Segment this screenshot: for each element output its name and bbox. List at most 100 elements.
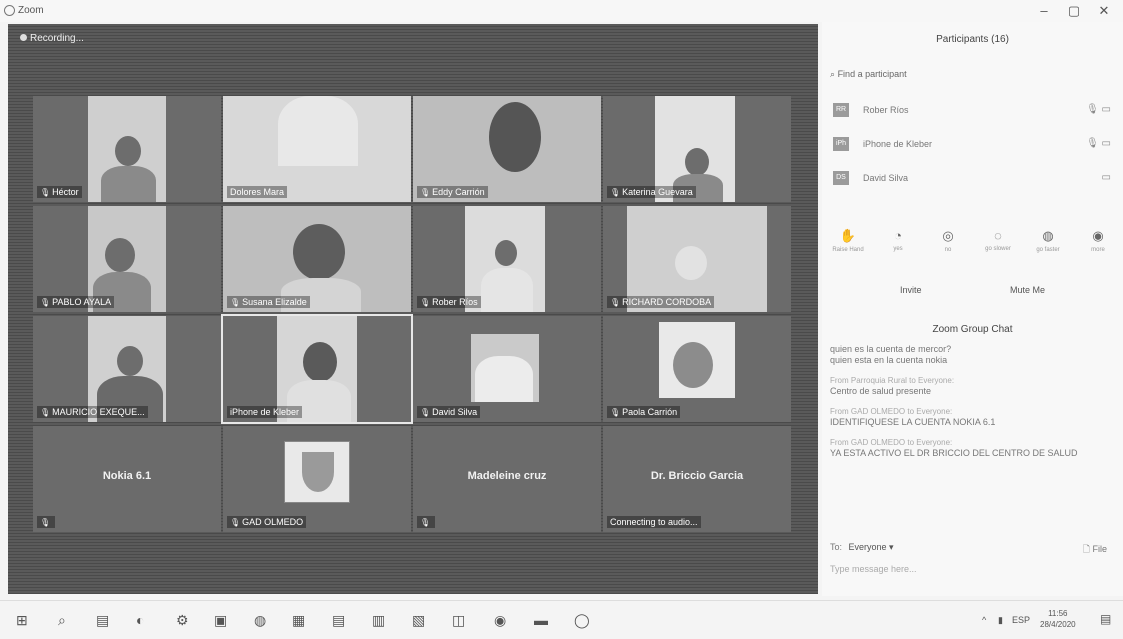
explorer-icon[interactable]: ▤ (332, 612, 345, 629)
participant-name: iPhone de Kleber (227, 406, 303, 418)
participant-name: Dolores Mara (227, 186, 288, 198)
chat-sender: From GAD OLMEDO to Everyone: (830, 407, 953, 416)
store-icon[interactable]: ▣ (214, 612, 227, 629)
task-view-icon[interactable]: ▤ (96, 612, 109, 629)
taskbar: ⊞ ⌕ ▤ ◐ ⚙ ▣ ◍ ▦ ▤ ▥ ▧ ◫ ◉ ▬ ◯ ^ ▮ ESP 11… (0, 600, 1123, 639)
mic-muted-icon: 🎙 (417, 516, 436, 528)
excel-icon[interactable]: ◫ (452, 612, 465, 629)
video-tile[interactable]: 🎙 David Silva (413, 316, 601, 422)
more-button[interactable]: ◉ more (1078, 228, 1118, 253)
mic-camera-icon[interactable]: 🎙 ▭ (1086, 104, 1111, 115)
recording-indicator[interactable]: Recording... (20, 33, 84, 44)
go-faster-button[interactable]: ◍ go faster (1028, 228, 1068, 253)
participant-list: RR Rober Ríos 🎙 ▭ iPh iPhone de Kleber 🎙… (830, 100, 1115, 202)
tray-overflow-icon[interactable]: ^ (982, 615, 986, 625)
chat-message: IDENTIFIQUESE LA CUENTA NOKIA 6.1 (830, 417, 996, 427)
participant-row[interactable]: iPh iPhone de Kleber 🎙 ▭ (830, 134, 1115, 168)
zoom-taskbar-icon[interactable]: ◯ (574, 612, 590, 629)
chat-messages: quien es la cuenta de mercor? quien esta… (830, 344, 1115, 459)
chat-input[interactable]: Type message here... (830, 564, 917, 574)
find-placeholder: Find a participant (837, 69, 907, 79)
chat-recipient-row: To: Everyone ▾ 🗋 File (830, 542, 1115, 554)
date: 28/4/2020 (1040, 620, 1076, 629)
participant-name: Rober Ríos (863, 105, 909, 115)
video-tile[interactable]: Dolores Mara (223, 96, 411, 202)
mic-camera-icon[interactable]: 🎙 ▭ (1086, 138, 1111, 149)
notification-icon[interactable]: ▤ (1100, 612, 1111, 626)
video-tile[interactable]: 🎙 Héctor (33, 96, 221, 202)
start-icon[interactable]: ⊞ (16, 612, 28, 629)
invite-button[interactable]: Invite (900, 285, 922, 295)
word-icon[interactable]: ▥ (372, 612, 385, 629)
video-tile[interactable]: 🎙 Paola Carrión (603, 316, 791, 422)
video-tile[interactable]: 🎙 Rober Ríos (413, 206, 601, 312)
recipient-dropdown[interactable]: Everyone ▾ (849, 542, 894, 552)
search-icon[interactable]: ⌕ (58, 612, 66, 629)
video-tile[interactable]: 🎙 MAURICIO EXEQUE... (33, 316, 221, 422)
close-button[interactable]: ✕ (1094, 3, 1114, 19)
media-icon[interactable]: ▬ (534, 612, 548, 628)
maximize-button[interactable]: ▢ (1064, 3, 1084, 19)
settings-icon[interactable]: ⚙ (176, 612, 189, 629)
pdf-icon[interactable]: ▧ (412, 612, 425, 629)
video-tile[interactable]: Madeleine cruz 🎙 (413, 426, 601, 532)
language-indicator[interactable]: ESP (1012, 615, 1030, 625)
participant-row[interactable]: RR Rober Ríos 🎙 ▭ (830, 100, 1115, 134)
chat-sender: From GAD OLMEDO to Everyone: (830, 438, 953, 447)
active-speaker-tile[interactable]: iPhone de Kleber (221, 314, 413, 424)
slower-icon: ◌ (994, 228, 1002, 243)
clock[interactable]: 11:56 28/4/2020 (1040, 608, 1076, 630)
hand-icon: ✋ (839, 228, 857, 243)
video-tile[interactable]: 🎙 Susana Elizalde (223, 206, 411, 312)
mic-muted-icon: 🎙 (37, 516, 56, 528)
mic-icon: 🎙 (610, 408, 621, 417)
raise-hand-button[interactable]: ✋ Raise Hand (828, 228, 868, 253)
chrome-icon[interactable]: ◍ (254, 612, 266, 629)
participant-name: David Silva (863, 173, 909, 183)
file-button[interactable]: 🗋 File (1083, 542, 1107, 558)
volume-icon[interactable]: ▮ (998, 615, 1003, 626)
go-slower-button[interactable]: ◌ go slower (978, 228, 1018, 253)
edge-icon[interactable]: ◐ (136, 612, 144, 628)
time: 11:56 (1048, 609, 1068, 618)
chat-message: quien es la cuenta de mercor? (830, 344, 952, 354)
participant-row[interactable]: DS David Silva ▭ (830, 168, 1115, 202)
participant-name: 🎙 Susana Elizalde (227, 296, 310, 308)
video-tile[interactable]: Nokia 6.1 🎙 (33, 426, 221, 532)
mute-me-button[interactable]: Mute Me (1010, 285, 1045, 295)
video-tile[interactable]: 🎙 PABLO AYALA (33, 206, 221, 312)
zoom-icon (4, 5, 15, 16)
browser-icon[interactable]: ◉ (494, 612, 506, 629)
nonverbal-toolbar: ✋ Raise Hand ◔ yes ◎ no ◌ go slower ◍ go fast… (828, 228, 1118, 253)
camera-icon[interactable]: ▭ (1102, 172, 1111, 183)
video-tile[interactable]: Dr. Briccio Garcia Connecting to audio..… (603, 426, 791, 532)
mic-icon: 🎙 (420, 188, 431, 197)
no-button[interactable]: ◎ no (928, 228, 968, 253)
chat-title: Zoom Group Chat (932, 324, 1013, 335)
participant-name: 🎙 Paola Carrión (607, 406, 681, 418)
mic-icon: 🎙 (40, 298, 51, 307)
participant-name: 🎙 Katerina Guevara (607, 186, 696, 198)
minimize-button[interactable]: – (1034, 3, 1054, 18)
participants-panel: Participants (16) ⌕ Find a participant R… (822, 22, 1123, 596)
app-icon[interactable]: ▦ (292, 612, 305, 629)
chat-message: Centro de salud presente (830, 386, 932, 396)
to-label: To: (830, 542, 843, 552)
mic-icon: 🎙 (40, 408, 51, 417)
window-title: Zoom (18, 5, 44, 16)
video-tile[interactable]: 🎙 Eddy Carrión (413, 96, 601, 202)
video-tile[interactable]: 🎙 Katerina Guevara (603, 96, 791, 202)
chat-message: YA ESTA ACTIVO EL DR BRICCIO DEL CENTRO … (830, 448, 1078, 458)
yes-button[interactable]: ◔ yes (878, 228, 918, 253)
video-tile[interactable]: 🎙 RICHARD CORDOBA (603, 206, 791, 312)
mic-icon: 🎙 (230, 518, 241, 527)
video-gallery: Recording... 🎙 Héctor Dolores Mara 🎙 Eddy … (8, 24, 818, 594)
participants-title: Participants (16) (936, 34, 1009, 45)
find-participant-input[interactable]: ⌕ Find a participant (830, 69, 907, 80)
more-icon: ◉ (1092, 228, 1104, 243)
audio-status: Connecting to audio... (607, 516, 701, 528)
avatar: RR (833, 103, 849, 117)
video-tile[interactable]: 🎙 GAD OLMEDO (223, 426, 411, 532)
participant-name: 🎙 PABLO AYALA (37, 296, 115, 308)
mic-icon: 🎙 (230, 298, 241, 307)
